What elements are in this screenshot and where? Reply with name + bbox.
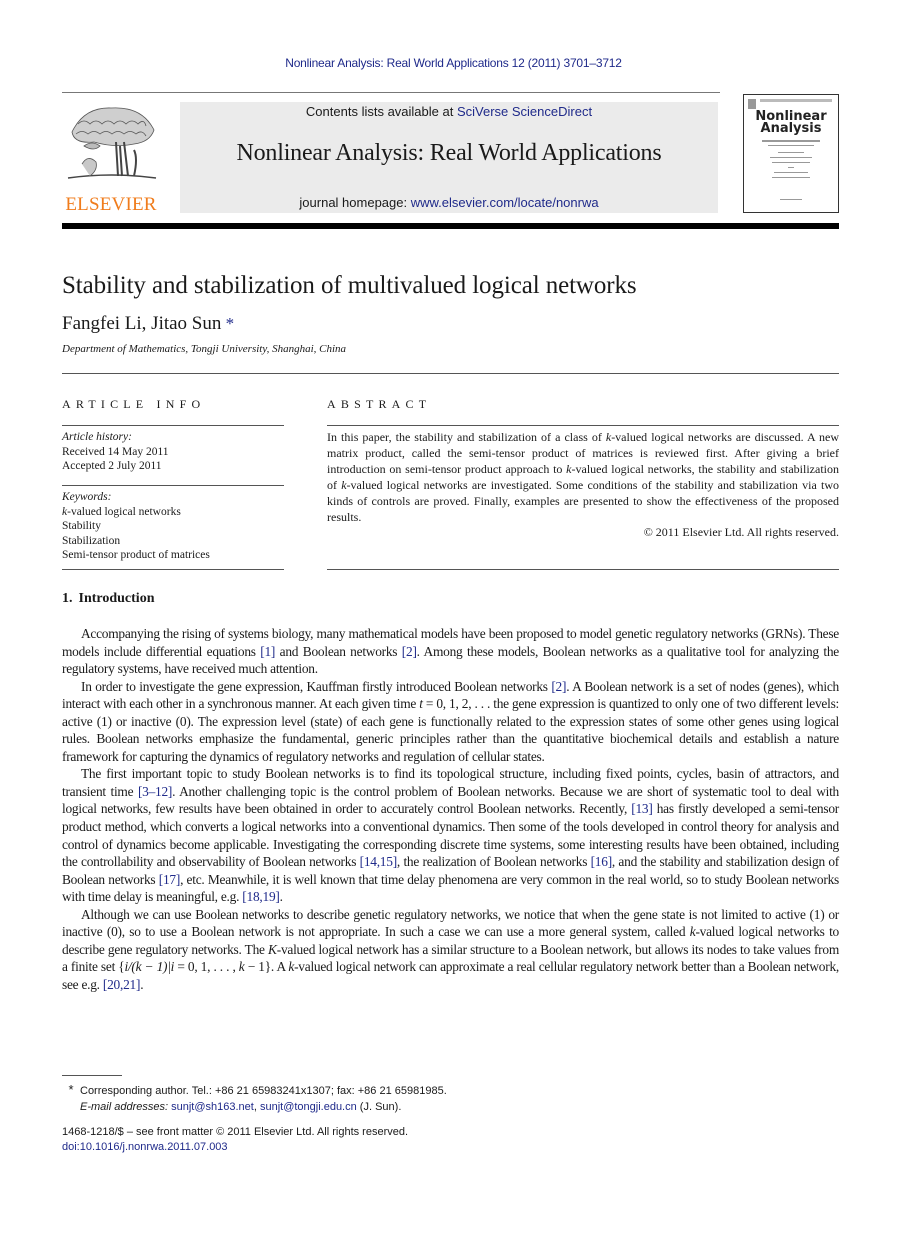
keyword-item: Semi-tensor product of matrices [62, 549, 210, 561]
email-link[interactable]: sunjt@sh163.net [171, 1101, 254, 1113]
keyword-item: Stability [62, 520, 101, 532]
citation-link[interactable]: [2] [402, 644, 417, 659]
email-link[interactable]: sunjt@tongji.edu.cn [260, 1101, 357, 1113]
journal-homepage-link[interactable]: www.elsevier.com/locate/nonrwa [411, 195, 599, 210]
homepage-prefix: journal homepage: [299, 195, 411, 210]
authors: Fangfei Li, Jitao Sun [62, 313, 222, 334]
cover-text-line [762, 140, 820, 142]
citation-link[interactable]: [3–12] [138, 784, 172, 799]
history-label: Article history: [62, 431, 132, 443]
accepted-date: Accepted 2 July 2011 [62, 460, 162, 472]
introduction-body: Accompanying the rising of systems biolo… [62, 625, 839, 993]
keyword-item: k-valued logical networks [62, 505, 181, 518]
paragraph: Accompanying the rising of systems biolo… [62, 626, 839, 677]
homepage-line: journal homepage: www.elsevier.com/locat… [180, 195, 718, 210]
journal-title: Nonlinear Analysis: Real World Applicati… [236, 140, 662, 166]
citation-link[interactable]: [13] [631, 801, 653, 816]
cover-topbar [760, 99, 832, 102]
running-head[interactable]: Nonlinear Analysis: Real World Applicati… [0, 56, 907, 70]
affiliation: Department of Mathematics, Tongji Univer… [62, 343, 347, 355]
abstract-heading: ABSTRACT [327, 397, 432, 411]
issn-line: 1468-1218/$ – see front matter © 2011 El… [62, 1126, 409, 1138]
divider [62, 569, 284, 570]
cover-text-line [772, 162, 810, 163]
cover-text-line [778, 152, 804, 153]
citation-link[interactable]: [20,21] [103, 977, 141, 992]
article-history: Article history: Received 14 May 2011 Ac… [62, 430, 169, 474]
cover-text-line [768, 145, 814, 146]
article-title: Stability and stabilization of multivalu… [62, 272, 637, 299]
divider [62, 373, 839, 374]
cover-logo-icon [748, 99, 756, 109]
footnote-rule [62, 1075, 122, 1076]
cover-text-line [774, 172, 808, 173]
citation-link[interactable]: [18,19] [242, 889, 280, 904]
contents-prefix: Contents lists available at [305, 104, 457, 119]
footnote: * Corresponding author. Tel.: +86 21 6598… [62, 1082, 446, 1115]
citation-link[interactable]: [1] [260, 644, 275, 659]
divider [62, 425, 284, 426]
keyword-item: Stabilization [62, 534, 121, 547]
corresponding-author-note: * Corresponding author. Tel.: +86 21 6598… [62, 1082, 446, 1099]
sciencedirect-link[interactable]: SciVerse ScienceDirect [457, 104, 592, 119]
keywords-label: Keywords: [62, 491, 112, 503]
cover-title: Nonlinear Analysis [744, 110, 838, 136]
header-thick-rule [62, 223, 839, 229]
header-rule [62, 92, 720, 93]
cover-title-line2: Analysis [760, 121, 822, 136]
doi-link[interactable]: doi:10.1016/j.nonrwa.2011.07.003 [62, 1141, 228, 1153]
contents-line: Contents lists available at SciVerse Sci… [180, 104, 718, 119]
cover-text-line [770, 157, 812, 158]
citation-link[interactable]: [14,15] [360, 854, 398, 869]
citation-link[interactable]: [17] [159, 872, 181, 887]
divider [62, 485, 284, 486]
elsevier-wordmark: ELSEVIER [65, 194, 157, 215]
cover-text-line [772, 177, 810, 178]
abstract-text: In this paper, the stability and stabili… [327, 430, 840, 524]
section-title: Introduction [78, 591, 155, 606]
paragraph: Although we can use Boolean networks to … [62, 906, 839, 992]
divider [327, 569, 839, 570]
abstract-copyright: © 2011 Elsevier Ltd. All rights reserved… [643, 525, 839, 539]
footnote-star: * [68, 1082, 74, 1097]
received-date: Received 14 May 2011 [62, 445, 169, 458]
author-list: Fangfei Li, Jitao Sun * [62, 313, 234, 335]
cover-text-line [788, 167, 794, 168]
cover-text-line [780, 199, 802, 200]
keywords: Keywords: k-valued logical networks Stab… [62, 490, 210, 563]
journal-cover-thumbnail[interactable]: Nonlinear Analysis [743, 94, 839, 213]
corresponding-author-mark[interactable]: * [221, 314, 235, 333]
section-heading-introduction: 1. Introduction [62, 591, 154, 607]
elsevier-logo[interactable]: ELSEVIER [62, 102, 160, 215]
elsevier-tree-icon [67, 107, 157, 179]
paragraph: The first important topic to study Boole… [62, 766, 840, 905]
article-info-heading: ARTICLE INFO [62, 397, 206, 411]
paragraph: In order to investigate the gene express… [62, 678, 840, 764]
citation-link[interactable]: [2] [551, 679, 566, 694]
citation-link[interactable]: [16] [591, 854, 613, 869]
section-number: 1. [62, 591, 73, 606]
email-addresses: E-mail addresses: sunjt@sh163.net, sunjt… [80, 1101, 402, 1113]
divider [327, 425, 839, 426]
